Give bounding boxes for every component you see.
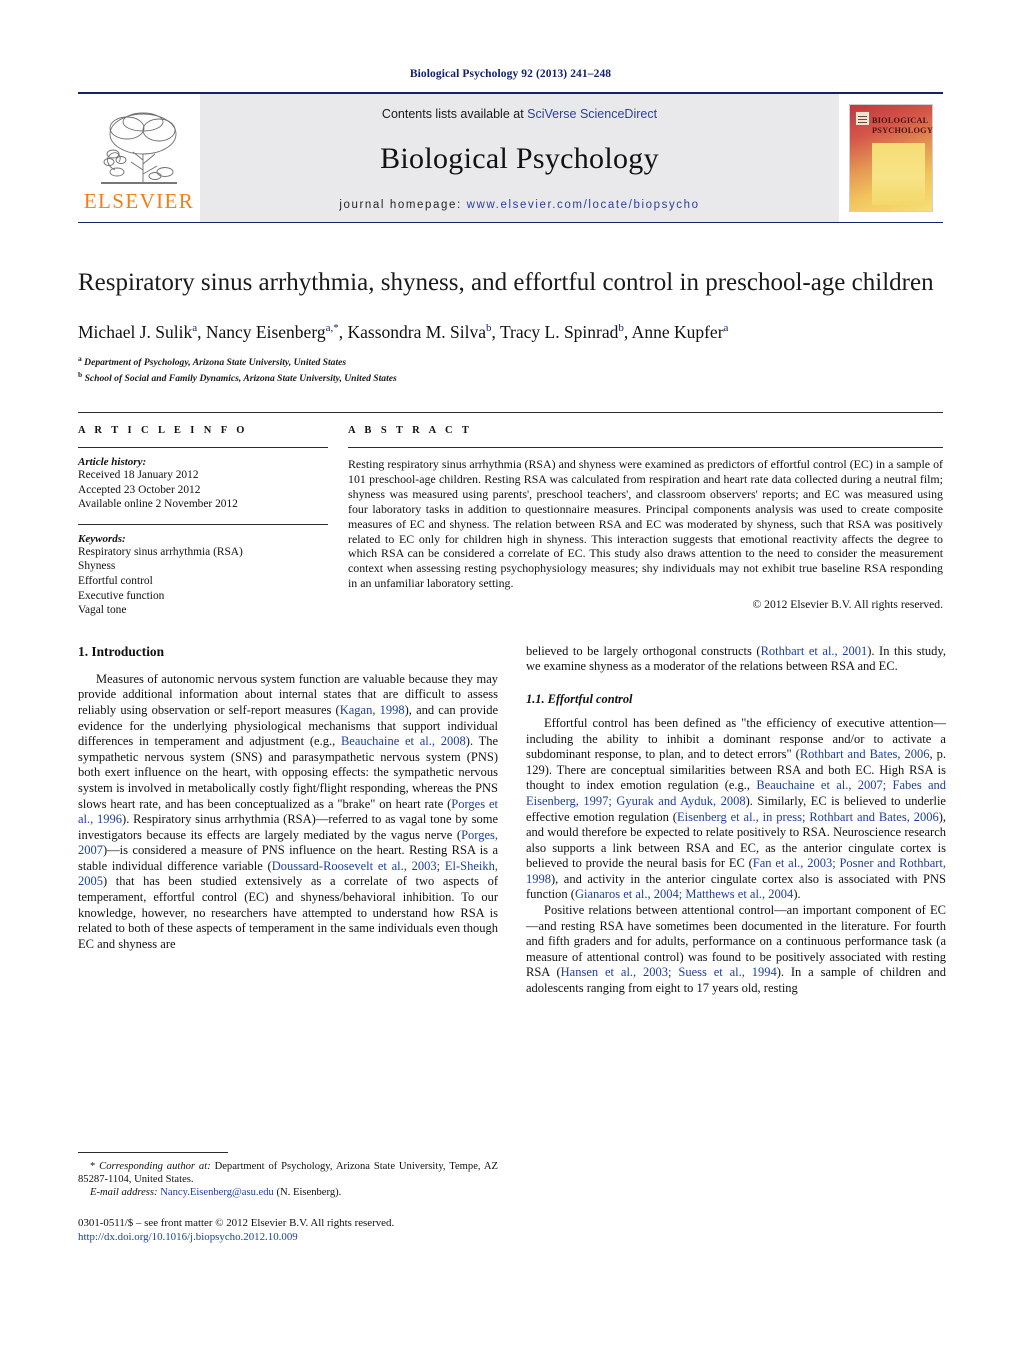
article-history-accepted: Accepted 23 October 2012 <box>78 483 201 496</box>
abstract-copyright: © 2012 Elsevier B.V. All rights reserved… <box>752 598 943 612</box>
keyword-item: Respiratory sinus arrhythmia (RSA) <box>78 545 243 558</box>
right-column: believed to be largely orthogonal constr… <box>526 644 946 1244</box>
section-heading-effortful-control: 1.1. Effortful control <box>526 691 633 706</box>
title-block: Respiratory sinus arrhythmia, shyness, a… <box>78 267 943 386</box>
cover-title-line1: BIOLOGICAL <box>872 116 929 125</box>
section-heading-introduction: 1. Introduction <box>78 643 165 659</box>
affiliation-list: a Department of Psychology, Arizona Stat… <box>78 353 943 386</box>
email-label: E-mail address: <box>90 1187 158 1199</box>
homepage-url-link[interactable]: www.elsevier.com/locate/biopsycho <box>467 199 700 211</box>
homepage-prefix: journal homepage: <box>339 199 467 211</box>
info-abstract-band: A R T I C L E I N F O Article history: R… <box>78 412 943 618</box>
journal-homepage-line: journal homepage: www.elsevier.com/locat… <box>339 199 699 211</box>
cover-title: BIOLOGICAL PSYCHOLOGY <box>872 116 934 136</box>
article-info-column: A R T I C L E I N F O Article history: R… <box>78 425 346 618</box>
issn-block: 0301-0511/$ – see front matter © 2012 El… <box>78 1216 498 1244</box>
keyword-item: Executive function <box>78 589 165 602</box>
corresponding-author-footnote: * Corresponding author at: Department of… <box>78 1160 498 1187</box>
author-list: Michael J. Sulika, Nancy Eisenberga,*, K… <box>78 321 729 342</box>
article-history-online: Available online 2 November 2012 <box>78 498 238 511</box>
abstract-column: A B S T R A C T Resting respiratory sinu… <box>346 425 943 618</box>
intro-paragraph-1: Measures of autonomic nervous system fun… <box>78 672 498 953</box>
elsevier-logo: ELSEVIER <box>78 94 200 222</box>
citation-link[interactable]: Eisenberg et al., in press; Rothbart and… <box>677 810 939 824</box>
article-info-rule <box>78 447 328 449</box>
keyword-item: Effortful control <box>78 574 153 587</box>
article-history-received: Received 18 January 2012 <box>78 469 199 482</box>
right-paragraph-2: Positive relations between attentional c… <box>526 903 946 997</box>
affiliation-a: a Department of Psychology, Arizona Stat… <box>78 353 347 369</box>
affiliation-b: b School of Social and Family Dynamics, … <box>78 370 397 385</box>
cover-emblem-icon <box>855 111 870 126</box>
email-owner: (N. Eisenberg). <box>273 1187 342 1199</box>
text-run: ). <box>793 887 801 902</box>
citation-link[interactable]: Rothbart and Bates, 2006 <box>800 747 930 761</box>
issn-line: 0301-0511/$ – see front matter © 2012 El… <box>78 1216 395 1229</box>
elsevier-wordmark: ELSEVIER <box>83 189 195 213</box>
cover-inner-panel <box>872 143 925 205</box>
affiliation-a-text: Department of Psychology, Arizona State … <box>84 357 347 369</box>
text-run: believed to be largely orthogonal constr… <box>526 643 761 658</box>
cover-image: BIOLOGICAL PSYCHOLOGY <box>849 104 933 212</box>
left-column: 1. Introduction Measures of autonomic ne… <box>78 644 498 1244</box>
footnote-rule <box>78 1151 228 1153</box>
citation-link[interactable]: Rothbart et al., 2001 <box>761 644 868 658</box>
email-footnote: E-mail address: Nancy.Eisenberg@asu.edu … <box>78 1186 498 1199</box>
keyword-item: Shyness <box>78 560 116 573</box>
contents-available-line: Contents lists available at SciVerse Sci… <box>382 107 657 121</box>
journal-masthead: ELSEVIER Contents lists available at Sci… <box>78 92 943 223</box>
text-run: ) that has been studied extensively as a… <box>78 874 498 951</box>
footnote-zone: * Corresponding author at: Department of… <box>78 1151 498 1244</box>
citation-link[interactable]: Kagan, 1998 <box>340 703 405 717</box>
abstract-rule <box>348 447 943 449</box>
right-paragraph-1: Effortful control has been defined as "t… <box>526 716 946 903</box>
paper-page: Biological Psychology 92 (2013) 241–248 <box>0 0 1021 1351</box>
keywords-rule <box>78 523 328 525</box>
contents-prefix: Contents lists available at <box>381 107 528 121</box>
journal-cover-thumbnail: BIOLOGICAL PSYCHOLOGY <box>839 94 943 222</box>
article-info-heading: A R T I C L E I N F O <box>78 425 248 437</box>
body-columns: 1. Introduction Measures of autonomic ne… <box>78 644 946 1244</box>
page-title: Respiratory sinus arrhythmia, shyness, a… <box>78 269 934 296</box>
citation-link[interactable]: Beauchaine et al., 2008 <box>341 734 466 748</box>
email-link[interactable]: Nancy.Eisenberg@asu.edu <box>160 1187 274 1198</box>
citation-link[interactable]: Hansen et al., 2003; Suess et al., 1994 <box>561 965 777 979</box>
footnote-label: Corresponding author at: <box>95 1160 215 1172</box>
right-paragraph-0: believed to be largely orthogonal constr… <box>526 644 946 675</box>
running-head: Biological Psychology 92 (2013) 241–248 <box>409 68 612 80</box>
elsevier-tree-icon <box>101 112 177 184</box>
article-history-label: Article history: <box>78 456 147 469</box>
keyword-item: Vagal tone <box>78 604 127 617</box>
abstract-heading: A B S T R A C T <box>348 425 473 437</box>
journal-title: Biological Psychology <box>380 142 659 175</box>
sciencedirect-link[interactable]: SciVerse ScienceDirect <box>527 107 657 121</box>
masthead-center: Contents lists available at SciVerse Sci… <box>200 94 839 222</box>
citation-link[interactable]: Gianaros et al., 2004; Matthews et al., … <box>575 887 793 901</box>
abstract-text: Resting respiratory sinus arrhythmia (RS… <box>348 457 943 591</box>
cover-title-line2: PSYCHOLOGY <box>872 126 934 135</box>
keywords-label: Keywords: <box>78 532 126 545</box>
affiliation-b-text: School of Social and Family Dynamics, Ar… <box>84 373 397 385</box>
doi-link[interactable]: http://dx.doi.org/10.1016/j.biopsycho.20… <box>78 1230 498 1244</box>
text-run: ). Respiratory sinus arrhythmia (RSA)—re… <box>78 812 498 842</box>
